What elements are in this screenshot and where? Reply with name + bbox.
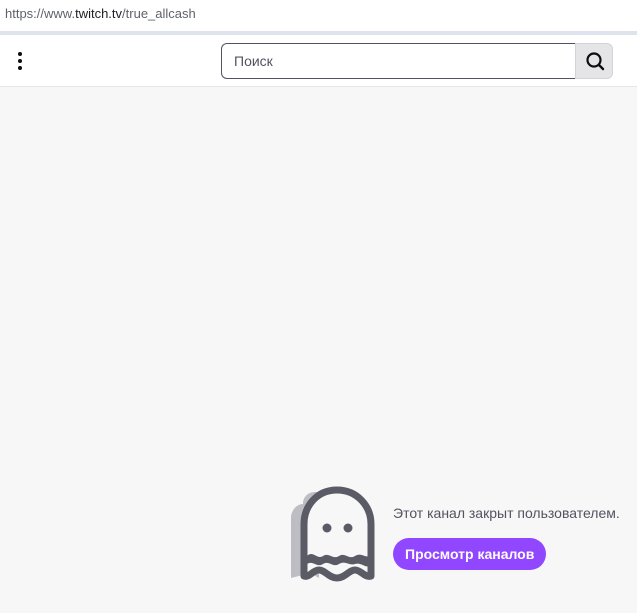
url-path: /true_allcash [122,6,196,21]
vertical-dots-icon [18,59,22,63]
search-input[interactable] [221,43,575,79]
search-icon [586,52,605,71]
url-domain: twitch.tv [75,6,123,21]
url-prefix: https://www. [5,6,76,21]
channel-closed-page: Этот канал закрыт пользователем. Просмот… [0,87,637,613]
browse-channels-button[interactable]: Просмотр каналов [393,538,547,570]
more-menu-button[interactable] [8,48,32,74]
url-text[interactable]: https://www.twitch.tv/true_allcash [5,6,196,21]
channel-closed-message: Этот канал закрыт пользователем. [393,505,620,521]
browser-address-bar[interactable]: https://www.twitch.tv/true_allcash [0,0,637,35]
vertical-dots-icon [18,52,22,56]
ghost-icon [291,486,375,582]
top-navigation [0,35,637,87]
search-button[interactable] [575,43,613,79]
search-bar [221,43,613,79]
vertical-dots-icon [18,66,22,70]
